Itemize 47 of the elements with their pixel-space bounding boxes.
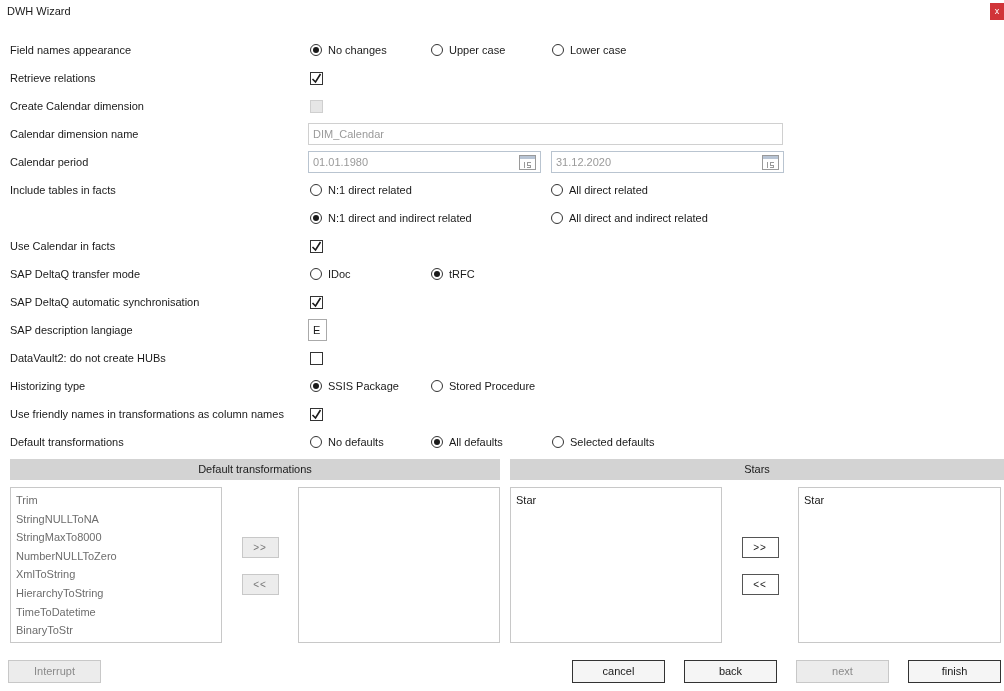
field-label: Default transformations bbox=[10, 435, 125, 450]
field-label: Calendar dimension name bbox=[10, 127, 140, 142]
radio-option[interactable]: All direct and indirect related bbox=[551, 204, 790, 232]
checkbox[interactable] bbox=[310, 295, 323, 309]
list-box[interactable]: Star bbox=[510, 487, 722, 643]
field-label: Historizing type bbox=[10, 379, 87, 394]
field-label: SAP DeltaQ transfer mode bbox=[10, 267, 142, 282]
radio-option[interactable]: All direct related bbox=[551, 176, 790, 204]
radio-option[interactable]: All defaults bbox=[431, 428, 550, 456]
list-item[interactable]: Star bbox=[516, 491, 716, 510]
checkbox[interactable] bbox=[310, 71, 323, 85]
field-label: Field names appearance bbox=[10, 43, 133, 58]
field-label: Use friendly names in transformations as column names bbox=[10, 407, 285, 422]
field-label: DataVault2: do not create HUBs bbox=[10, 351, 167, 366]
field-label: SAP description langiage bbox=[10, 323, 134, 338]
add-button[interactable]: >> bbox=[741, 537, 779, 558]
radio-option[interactable]: No changes bbox=[310, 36, 429, 64]
radio-option[interactable]: Selected defaults bbox=[552, 428, 671, 456]
dialog-button[interactable]: finish bbox=[908, 660, 1001, 683]
field-label: Calendar period bbox=[10, 155, 90, 170]
language-field[interactable]: E bbox=[308, 319, 327, 341]
dialog-button[interactable]: cancel bbox=[572, 660, 665, 683]
field-label: SAP DeltaQ automatic synchronisation bbox=[10, 295, 201, 310]
radio-option[interactable]: Upper case bbox=[431, 36, 550, 64]
checkbox[interactable] bbox=[310, 407, 323, 421]
field-label: Create Calendar dimension bbox=[10, 99, 145, 114]
radio-option[interactable]: Stored Procedure bbox=[431, 372, 550, 400]
field-label: Use Calendar in facts bbox=[10, 239, 117, 254]
panel-header: Default transformations bbox=[10, 459, 500, 480]
field-label: Include tables in facts bbox=[10, 183, 117, 198]
checkbox[interactable] bbox=[310, 239, 323, 253]
radio-option[interactable]: SSIS Package bbox=[310, 372, 429, 400]
dialog-button[interactable]: back bbox=[684, 660, 777, 683]
close-button[interactable]: x bbox=[990, 2, 1004, 20]
radio-option[interactable]: tRFC bbox=[431, 260, 550, 288]
radio-option[interactable]: N:1 direct and indirect related bbox=[310, 204, 549, 232]
panel-header: Stars bbox=[510, 459, 1004, 480]
list-box[interactable]: Star bbox=[798, 487, 1001, 643]
radio-option[interactable]: N:1 direct related bbox=[310, 176, 549, 204]
checkbox[interactable] bbox=[310, 351, 323, 365]
field-label: Retrieve relations bbox=[10, 71, 97, 86]
radio-option[interactable]: IDoc bbox=[310, 260, 429, 288]
list-item[interactable]: Star bbox=[804, 491, 995, 510]
radio-option[interactable]: Lower case bbox=[552, 36, 671, 64]
radio-option[interactable]: No defaults bbox=[310, 428, 429, 456]
remove-button[interactable]: << bbox=[741, 574, 779, 595]
window-title: DWH Wizard bbox=[7, 3, 71, 19]
